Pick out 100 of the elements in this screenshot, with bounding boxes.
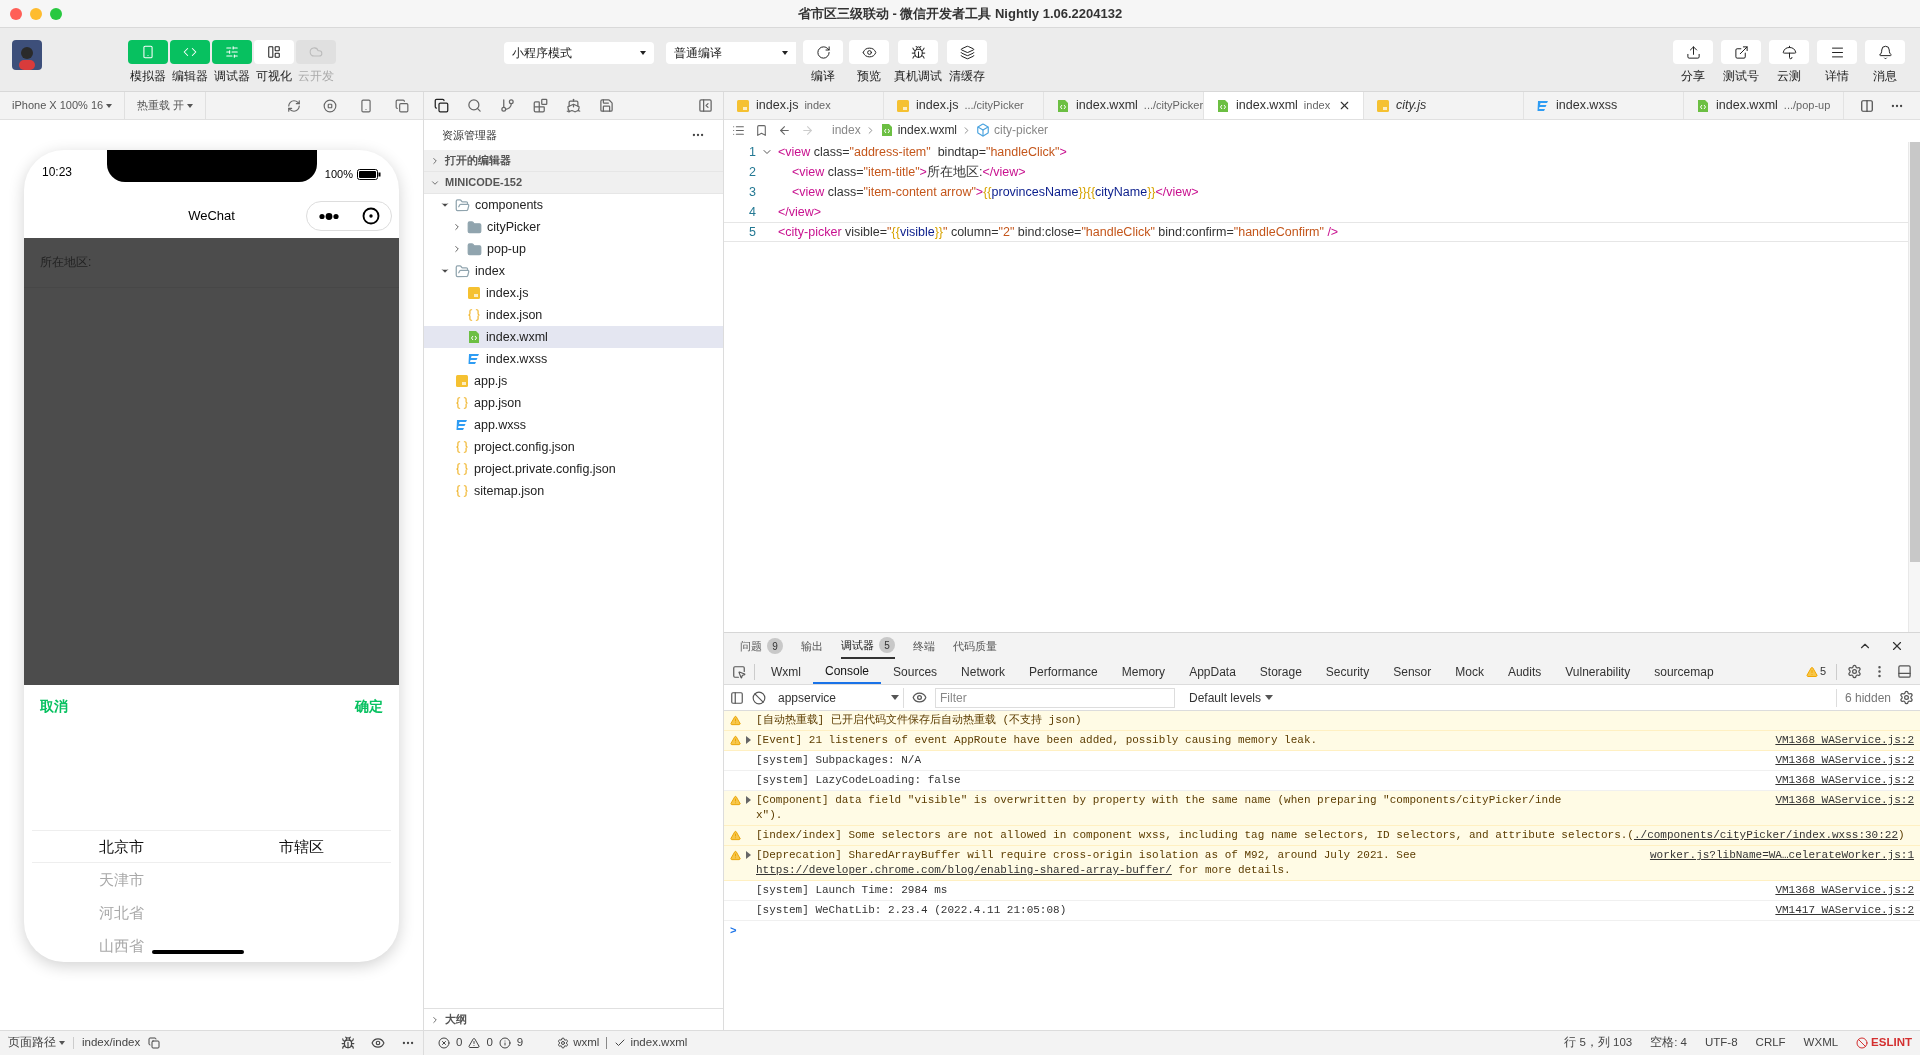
tree-item[interactable]: index bbox=[424, 260, 723, 282]
settings-icon[interactable] bbox=[1847, 664, 1862, 679]
panel-tab[interactable]: 输出 bbox=[801, 633, 823, 659]
file-status[interactable]: index.wxml bbox=[630, 1034, 688, 1052]
tree-item[interactable]: index.js bbox=[424, 282, 723, 304]
section-header[interactable]: MINICODE-152 bbox=[424, 172, 723, 194]
source-link[interactable]: VM1368 WAService.js:2 bbox=[1584, 733, 1914, 748]
status-item[interactable]: CRLF bbox=[1755, 1034, 1786, 1052]
search-icon[interactable] bbox=[467, 98, 482, 113]
copy-icon[interactable] bbox=[148, 1037, 161, 1049]
devtools-tab[interactable]: Mock bbox=[1443, 659, 1496, 684]
toolbar-icon-button[interactable] bbox=[1673, 40, 1713, 64]
panel-tab[interactable]: 代码质量 bbox=[953, 633, 997, 659]
breadcrumb-item[interactable]: index.wxml bbox=[897, 121, 958, 139]
tree-item[interactable]: project.private.config.json bbox=[424, 458, 723, 480]
devtools-tab[interactable]: Console bbox=[813, 659, 882, 684]
status-item[interactable]: 空格: 4 bbox=[1650, 1034, 1687, 1052]
stop-icon[interactable] bbox=[323, 98, 337, 113]
source-link[interactable]: VM1368 WAService.js:2 bbox=[1584, 753, 1914, 768]
sidebar-toggle-icon[interactable] bbox=[730, 690, 744, 705]
files-icon[interactable] bbox=[434, 98, 449, 113]
source-link[interactable]: VM1368 WAService.js:2 bbox=[1584, 793, 1914, 808]
tree-item[interactable]: pop-up bbox=[424, 238, 723, 260]
source-link[interactable]: VM1417 WAService.js:2 bbox=[1584, 903, 1914, 918]
toolbar-icon-button[interactable] bbox=[1817, 40, 1857, 64]
toolbar-icon-button[interactable] bbox=[1865, 40, 1905, 64]
section-header[interactable]: 打开的编辑器 bbox=[424, 150, 723, 172]
eslint-status[interactable]: ESLINT bbox=[1871, 1034, 1912, 1052]
hot-reload-select[interactable]: 热重载 开 bbox=[125, 92, 207, 119]
warning-count[interactable]: 5 bbox=[1819, 663, 1826, 680]
message-link[interactable]: ./components/cityPicker/index.wxss:30:22 bbox=[1633, 829, 1898, 841]
bookmark-icon[interactable] bbox=[755, 123, 768, 137]
breadcrumb-item[interactable]: index bbox=[832, 121, 861, 139]
panel-tab[interactable]: 问题 9 bbox=[740, 633, 783, 659]
picker-option[interactable]: 市辖区 bbox=[278, 832, 324, 861]
tree-item[interactable]: sitemap.json bbox=[424, 480, 723, 502]
status-item[interactable]: UTF-8 bbox=[1705, 1034, 1738, 1052]
eye-icon[interactable] bbox=[912, 690, 927, 705]
devtools-tab[interactable]: Sensor bbox=[1381, 659, 1444, 684]
filter-field[interactable]: Filter bbox=[935, 687, 1175, 708]
devtools-tab[interactable]: Memory bbox=[1109, 659, 1178, 684]
devtools-tab[interactable]: Storage bbox=[1247, 659, 1314, 684]
toolbar-icon-button[interactable] bbox=[803, 40, 843, 64]
breadcrumb-item[interactable]: city-picker bbox=[994, 121, 1049, 139]
warning-count[interactable]: 0 bbox=[486, 1034, 493, 1052]
source-link[interactable]: VM1368 WAService.js:2 bbox=[1584, 883, 1914, 898]
devtools-tab[interactable]: Audits bbox=[1495, 659, 1554, 684]
scrollbar[interactable] bbox=[1908, 142, 1920, 632]
tree-item[interactable]: index.wxml bbox=[424, 326, 723, 348]
back-icon[interactable] bbox=[778, 123, 791, 137]
view-toggle-button[interactable] bbox=[254, 40, 294, 64]
toolbar-icon-button[interactable] bbox=[947, 40, 987, 64]
picker-option[interactable]: 北京市 bbox=[99, 832, 145, 861]
devtools-tab[interactable]: Wxml bbox=[759, 659, 813, 684]
settings-icon[interactable] bbox=[1899, 690, 1914, 705]
save-icon[interactable] bbox=[599, 98, 614, 113]
compile-select[interactable]: 普通编译 bbox=[666, 42, 796, 64]
devtools-tab[interactable]: Sources bbox=[881, 659, 950, 684]
console-prompt[interactable]: > bbox=[730, 925, 737, 937]
device-select[interactable]: iPhone X 100% 16 bbox=[0, 92, 126, 119]
context-select[interactable]: appservice bbox=[774, 687, 904, 708]
list-icon[interactable] bbox=[732, 123, 745, 137]
tree-item[interactable]: index.json bbox=[424, 304, 723, 326]
close-window-button[interactable] bbox=[10, 7, 22, 20]
error-count[interactable]: 0 bbox=[456, 1034, 463, 1052]
source-link[interactable]: worker.js?libName=WA…celerateWorker.js:1 bbox=[1584, 848, 1914, 863]
dock-icon[interactable] bbox=[1897, 664, 1912, 679]
tree-item[interactable]: app.wxss bbox=[424, 414, 723, 436]
editor-tab[interactable]: index.wxml index bbox=[1204, 92, 1364, 119]
branch-icon[interactable] bbox=[500, 98, 515, 113]
status-item[interactable]: WXML bbox=[1803, 1034, 1839, 1052]
devtools-tab[interactable]: Network bbox=[949, 659, 1018, 684]
phone-icon[interactable] bbox=[359, 98, 373, 113]
editor-tab[interactable]: city.js bbox=[1364, 92, 1524, 119]
avatar[interactable] bbox=[12, 40, 42, 70]
editor-tab[interactable]: index.js index bbox=[724, 92, 884, 119]
devtools-tab[interactable]: Vulnerability bbox=[1553, 659, 1643, 684]
devtools-tab[interactable]: sourcemap bbox=[1642, 659, 1726, 684]
message-link[interactable]: https://developer.chrome.com/blog/enabling-shared-array-buffer/ bbox=[756, 864, 1172, 876]
mode-select[interactable]: 小程序模式 bbox=[504, 42, 654, 64]
bug-icon[interactable] bbox=[341, 1036, 355, 1050]
panel-tab[interactable]: 终端 bbox=[913, 633, 935, 659]
eye-icon[interactable] bbox=[371, 1036, 385, 1050]
blocks-icon[interactable] bbox=[533, 98, 548, 113]
editor-tab[interactable]: index.js .../cityPicker bbox=[884, 92, 1044, 119]
toolbar-icon-button[interactable] bbox=[849, 40, 889, 64]
split-editor-icon[interactable] bbox=[1860, 98, 1874, 113]
editor-tab[interactable]: index.wxml .../pop-up bbox=[1684, 92, 1844, 119]
capsule-button[interactable] bbox=[306, 201, 392, 232]
expand-triangle-icon[interactable] bbox=[746, 796, 751, 804]
devtools-tab[interactable]: Performance bbox=[1017, 659, 1110, 684]
toolbar-icon-button[interactable] bbox=[898, 40, 938, 64]
expand-triangle-icon[interactable] bbox=[746, 736, 751, 744]
close-icon[interactable] bbox=[1338, 99, 1351, 112]
clear-console-icon[interactable] bbox=[752, 690, 766, 705]
close-icon[interactable] bbox=[1890, 639, 1904, 653]
toolbar-icon-button[interactable] bbox=[1721, 40, 1761, 64]
tree-item[interactable]: index.wxss bbox=[424, 348, 723, 370]
status-item[interactable]: 行 5，列 103 bbox=[1564, 1034, 1633, 1052]
devtools-tab[interactable]: Security bbox=[1313, 659, 1382, 684]
